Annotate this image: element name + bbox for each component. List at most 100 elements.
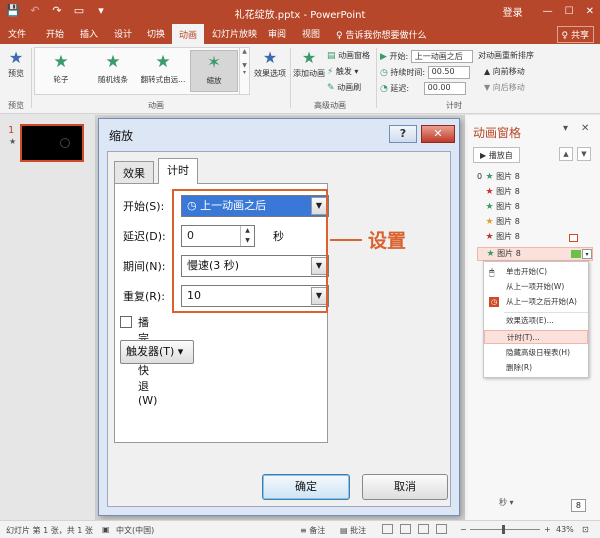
advanced-group-label: 高级动画 [314,101,346,110]
move-up-icon[interactable]: ▲ [559,147,573,161]
reading-view-icon[interactable] [418,524,429,534]
slideshow-view-icon[interactable] [436,524,447,534]
animation-flip[interactable]: ★ 翻转式由远... [139,50,187,92]
star-icon: ★ [486,249,495,259]
language-status[interactable]: 中文(中国) [116,525,154,536]
flip-star-icon: ★ [155,52,171,72]
list-item[interactable]: ★ 图片 8 [477,216,593,230]
list-item[interactable]: ★ 图片 8 [477,186,593,200]
slide-thumbnail[interactable] [20,124,84,162]
tab-effect[interactable]: 效果 [114,161,154,183]
zoom-out-icon[interactable]: − [460,525,467,534]
list-item[interactable]: 0 ★ 图片 8 [477,171,593,185]
fit-to-window-icon[interactable]: ⊡ [582,525,589,534]
ribbon-delay-input[interactable]: 00.00 [423,82,466,95]
help-icon[interactable]: ? [389,125,417,143]
animation-pane-button[interactable]: ▤ 动画窗格 [327,50,370,61]
start-icon: ▶ [380,52,387,62]
zoom-level[interactable]: 43% [556,525,574,534]
zoom-slider-handle[interactable] [502,525,505,534]
duration-label: 期间(N): [123,260,166,273]
move-earlier-button[interactable]: ▲ 向前移动 [484,66,525,77]
effect-options-button[interactable]: ★ 效果选项 [253,48,287,79]
zoom-in-icon[interactable]: + [544,525,551,534]
spellcheck-icon[interactable]: ▣ [102,525,110,534]
delay-label: 延迟(D): [123,230,166,243]
ok-button[interactable]: 确定 [262,474,350,500]
pane-options-icon[interactable]: ▾ [563,123,568,134]
trigger-button[interactable]: ⚡ 触发 ▾ [327,66,358,77]
login-link[interactable]: 登录 [503,4,523,19]
cancel-button[interactable]: 取消 [362,474,448,500]
comments-button[interactable]: ▤ 批注 [340,525,366,536]
timeline-scale[interactable]: 8 [570,499,586,512]
mouse-icon: 🖱 [489,268,495,278]
add-animation-button[interactable]: ★ 添加动画 [292,48,326,79]
star-icon: ★ [485,187,494,197]
slide-thumbnail-pane: 1 ★ [0,115,96,520]
ribbon-delay-row: ◔ 延迟: 00.00 [380,82,466,95]
menu-item-timing[interactable]: 计时(T)... [484,330,588,344]
list-item[interactable]: ★ 图片 8 [477,231,593,245]
clock-icon: ◷ [489,297,499,307]
dialog-close-icon[interactable]: ✕ [421,125,455,143]
move-down-icon[interactable]: ▼ [577,147,591,161]
tab-slideshow[interactable]: 幻灯片放映 [212,27,257,40]
star-icon: ★ [485,202,494,212]
tab-review[interactable]: 审阅 [268,27,286,40]
menu-item-effect-options[interactable]: 效果选项(E)... [484,314,588,328]
tell-me-search[interactable]: ♀ 告诉我你想要做什么 [336,28,426,41]
trigger-dropdown-button[interactable]: 触发器(T) ▾ [120,340,194,364]
menu-item-on-click[interactable]: 🖱 单击开始(C) [484,265,588,279]
menu-item-remove[interactable]: 删除(R) [484,361,588,375]
animation-wheel[interactable]: ★ 轮子 [37,50,85,92]
tab-animations[interactable]: 动画 [172,24,205,44]
ribbon: ★ 预览 预览 ★ 轮子 ★ 随机线条 ★ 翻转式由远... ✶ 缩放 ▲ ▼ ▾ … [0,44,600,114]
animation-zoom[interactable]: ✶ 缩放 [190,50,238,92]
painter-icon: ✎ [327,83,335,93]
pane-close-icon[interactable]: ✕ [581,123,589,134]
chevron-down-icon[interactable]: ▾ [582,249,592,259]
seconds-dropdown[interactable]: 秒 ▾ [499,497,514,508]
ribbon-duration-input[interactable]: 00.50 [427,66,470,79]
preview-group-label: 预览 [8,101,24,110]
tab-home[interactable]: 开始 [46,27,64,40]
move-later-button[interactable]: ▼ 向后移动 [484,82,525,93]
gallery-scroll[interactable]: ▲ ▼ ▾ [239,48,249,94]
menu-item-hide-timeline[interactable]: 隐藏高级日程表(H) [484,346,588,360]
play-from-button[interactable]: ▶ 播放自 [473,147,520,163]
animation-group-label: 动画 [148,101,164,110]
rewind-checkbox[interactable] [120,316,132,328]
preview-button[interactable]: ★ 预览 [4,48,28,79]
context-menu: 🖱 单击开始(C) 从上一项开始(W) ◷ 从上一项之后开始(A) 效果选项(E).… [483,261,589,378]
ribbon-tabs: 文件 开始 插入 设计 切换 动画 幻灯片放映 审阅 视图 ♀ 告诉我你想要做什… [0,24,600,44]
tab-timing[interactable]: 计时 [158,158,198,184]
title-bar: 💾 ↶ ↷ ▭ ▾ 礼花绽放.pptx - PowerPoint 登录 — ☐ … [0,0,600,24]
animation-random-bars[interactable]: ★ 随机线条 [89,50,137,92]
list-item[interactable]: ★ 图片 8 [477,201,593,215]
animation-gallery: ★ 轮子 ★ 随机线条 ★ 翻转式由远... ✶ 缩放 ▲ ▼ ▾ [34,47,250,95]
tab-design[interactable]: 设计 [114,27,132,40]
zoom-star-icon: ✶ [206,53,222,73]
tab-insert[interactable]: 插入 [80,27,98,40]
slide-sorter-icon[interactable] [400,524,411,534]
menu-item-with-previous[interactable]: 从上一项开始(W) [484,280,588,294]
notes-button[interactable]: ≡ 备注 [300,525,325,536]
normal-view-icon[interactable] [382,524,393,534]
menu-item-after-previous[interactable]: ◷ 从上一项之后开始(A) [484,295,588,309]
animation-painter-button[interactable]: ✎ 动画刷 [327,82,361,93]
tab-file[interactable]: 文件 [8,27,26,40]
tab-transitions[interactable]: 切换 [147,27,165,40]
maximize-icon[interactable]: ☐ [565,6,574,17]
wheel-star-icon: ★ [53,52,69,72]
ribbon-start-select[interactable]: 上一动画之后 [410,50,473,63]
effect-options-icon: ★ [262,48,278,67]
tab-view[interactable]: 视图 [302,27,320,40]
minimize-icon[interactable]: — [543,6,553,17]
animation-pane-title: 动画窗格 [473,126,522,140]
share-button[interactable]: ♀ 共享 [556,26,594,43]
list-item-selected[interactable]: ★ 图片 8 ▾ [477,247,593,261]
zoom-slider[interactable] [470,529,540,530]
close-icon[interactable]: ✕ [586,6,594,17]
group-separator [290,48,291,108]
